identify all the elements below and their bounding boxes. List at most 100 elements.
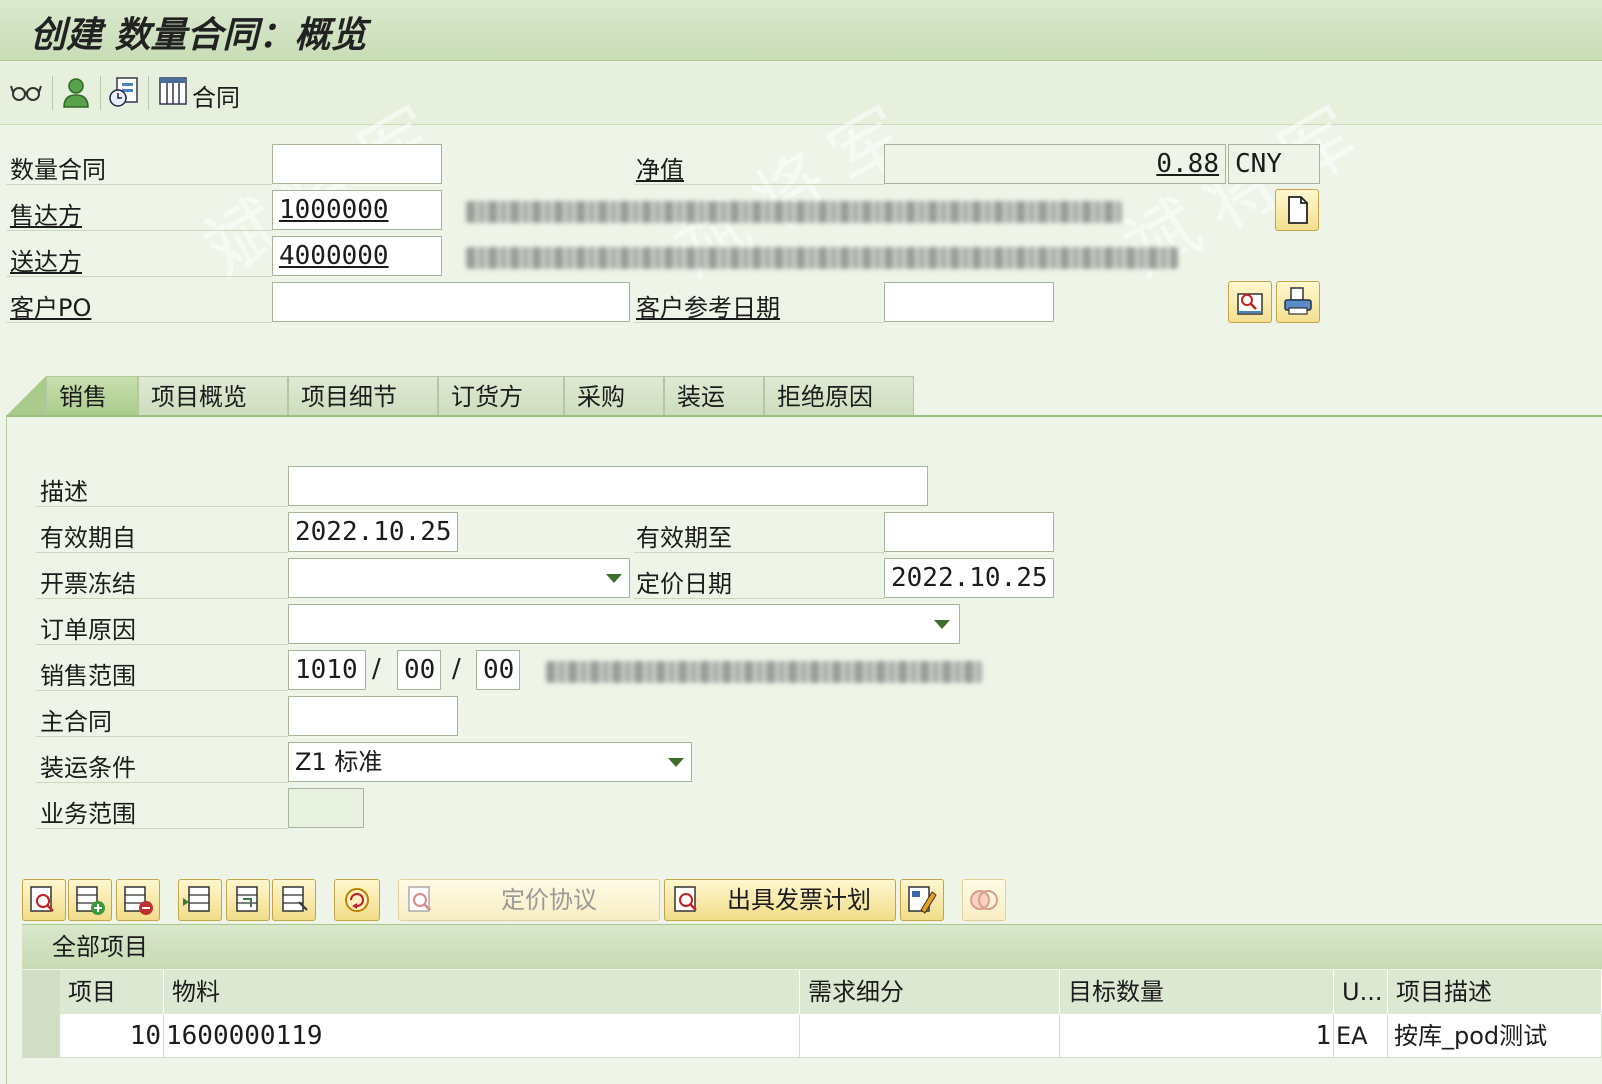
shipto-label[interactable]: 送达方 — [10, 242, 82, 277]
edit-button[interactable] — [900, 879, 944, 921]
column-header-requirement-segment[interactable]: 需求细分 — [800, 970, 1060, 1014]
customer-ref-date-label[interactable]: 客户参考日期 — [636, 288, 780, 323]
column-header-item-description[interactable]: 项目描述 — [1388, 970, 1602, 1014]
soldto-name-redacted — [466, 201, 1122, 223]
business-area-label: 业务范围 — [40, 800, 136, 828]
deselect-all-icon — [282, 886, 308, 912]
items-grid-title: 全部项目 — [52, 933, 148, 961]
column-header-unit[interactable]: U... — [1334, 970, 1388, 1014]
soldto-field[interactable]: 1000000 — [272, 190, 442, 230]
valid-to-label: 有效期至 — [636, 524, 732, 552]
select-block-button[interactable] — [226, 879, 270, 921]
cell-item-description[interactable]: 按库_pod测试 — [1388, 1014, 1602, 1058]
valid-from-label: 有效期自 — [40, 524, 136, 552]
division-field[interactable]: 00 — [476, 650, 520, 690]
description-label: 描述 — [40, 478, 88, 506]
contract-number-label: 数量合同 — [10, 156, 106, 184]
master-contract-label: 主合同 — [40, 708, 112, 736]
tab-item-detail[interactable]: 项目细节 — [288, 376, 438, 416]
billing-plan-button[interactable]: 出具发票计划 — [664, 879, 896, 921]
valid-to-field[interactable] — [884, 512, 1054, 552]
order-reason-label: 订单原因 — [40, 616, 136, 644]
document-icon — [1288, 196, 1308, 224]
configuration-button[interactable] — [334, 879, 380, 921]
sales-area-separator: / — [372, 654, 381, 684]
tab-procurement[interactable]: 采购 — [564, 376, 664, 416]
deselect-all-button[interactable] — [272, 879, 316, 921]
cell-item[interactable]: 10 — [60, 1014, 164, 1058]
column-header-material[interactable]: 物料 — [164, 970, 800, 1014]
document-clock-icon[interactable] — [108, 76, 140, 108]
cell-material[interactable]: 1600000119 — [164, 1014, 800, 1058]
distribution-channel-field[interactable]: 00 — [397, 650, 441, 690]
cell-requirement-segment[interactable] — [800, 1014, 1060, 1058]
application-toolbar: 合同 — [0, 62, 1602, 125]
billing-block-select[interactable] — [288, 558, 630, 598]
tab-ordering-party[interactable]: 订货方 — [438, 376, 564, 416]
contract-toolbar-button[interactable]: 合同 — [192, 78, 240, 113]
cell-target-quantity[interactable]: 1 — [1060, 1014, 1334, 1058]
partner-search-icon — [1237, 293, 1263, 315]
magnifier-doc-icon — [30, 886, 54, 912]
currency-field: CNY — [1228, 144, 1320, 184]
cell-unit[interactable]: EA — [1334, 1014, 1388, 1058]
document-button[interactable] — [1275, 189, 1319, 231]
table-columns-icon[interactable] — [158, 76, 190, 108]
tab-rejection-reason[interactable]: 拒绝原因 — [764, 376, 914, 416]
tab-item-overview[interactable]: 项目概览 — [138, 376, 288, 416]
print-button[interactable] — [1276, 281, 1320, 323]
soldto-label[interactable]: 售达方 — [10, 196, 82, 231]
glasses-icon[interactable] — [10, 76, 42, 108]
customer-po-field[interactable] — [272, 282, 630, 322]
business-area-field[interactable] — [288, 788, 364, 828]
sales-org-field[interactable]: 1010 — [288, 650, 366, 690]
select-all-button[interactable] — [178, 879, 222, 921]
chevron-down-icon[interactable] — [668, 758, 684, 767]
magnifier-doc-icon — [674, 886, 697, 912]
shipto-field[interactable]: 4000000 — [272, 236, 442, 276]
sales-area-text-redacted — [546, 661, 982, 683]
insert-row-button[interactable] — [68, 879, 112, 921]
shipto-name-redacted — [466, 247, 1178, 269]
pricing-date-field[interactable]: 2022.10.25 — [884, 558, 1054, 598]
printer-icon — [1284, 287, 1312, 315]
contract-number-field[interactable] — [272, 144, 442, 184]
partner-search-button[interactable] — [1228, 281, 1272, 323]
tab-sales[interactable]: 销售 — [46, 376, 138, 416]
shipping-conditions-label: 装运条件 — [40, 754, 136, 782]
customer-po-label[interactable]: 客户PO — [10, 288, 91, 323]
refresh-circle-icon — [345, 888, 369, 912]
net-value-label[interactable]: 净值 — [636, 150, 684, 185]
select-all-rows-button[interactable] — [22, 970, 61, 1014]
column-header-item[interactable]: 项目 — [60, 970, 164, 1014]
magnifier-doc-icon — [408, 886, 431, 912]
chevron-down-icon[interactable] — [606, 574, 622, 583]
billing-block-label: 开票冻结 — [40, 570, 136, 598]
group-button[interactable] — [962, 879, 1006, 921]
delete-row-button[interactable] — [116, 879, 160, 921]
order-reason-select[interactable] — [288, 604, 960, 644]
valid-from-field[interactable]: 2022.10.25 — [288, 512, 458, 552]
net-value-field: 0.88 — [884, 144, 1226, 184]
group-circles-icon — [970, 890, 998, 910]
insert-row-icon — [76, 886, 105, 915]
chevron-down-icon[interactable] — [934, 620, 950, 629]
pricing-agreement-button[interactable]: 定价协议 — [398, 879, 660, 921]
row-selector[interactable] — [22, 1014, 61, 1058]
column-header-target-quantity[interactable]: 目标数量 — [1060, 970, 1334, 1014]
page-title: 创建 数量合同：概览 — [30, 14, 367, 56]
pencil-doc-icon — [908, 886, 937, 914]
item-detail-button[interactable] — [22, 879, 66, 921]
shipping-conditions-select[interactable]: Z1 标准 — [288, 742, 692, 782]
tab-shipping[interactable]: 装运 — [664, 376, 764, 416]
description-field[interactable] — [288, 466, 928, 506]
customer-ref-date-field[interactable] — [884, 282, 1054, 322]
select-block-icon — [236, 886, 258, 912]
sales-area-label: 销售范围 — [40, 662, 136, 690]
master-contract-field[interactable] — [288, 696, 458, 736]
person-icon[interactable] — [60, 76, 92, 108]
select-all-icon — [183, 886, 210, 912]
items-grid-title-bar: 全部项目 — [22, 924, 1602, 969]
title-bar: 创建 数量合同：概览 — [0, 0, 1602, 61]
delete-row-icon — [124, 886, 153, 915]
